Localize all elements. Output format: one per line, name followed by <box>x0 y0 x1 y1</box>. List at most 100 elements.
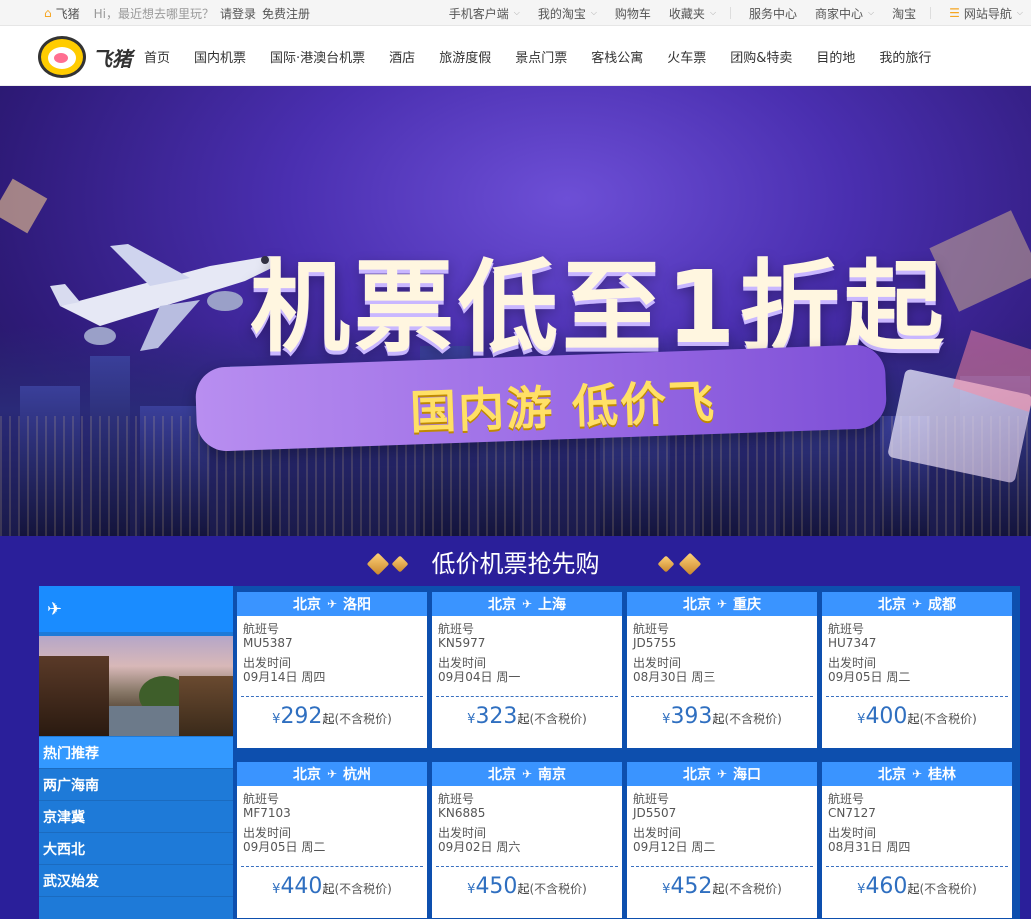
topbar-link[interactable]: 服务中心 <box>749 5 797 22</box>
plane-icon: ✈ <box>47 598 63 620</box>
topbar-link-label: 网站导航 <box>963 6 1012 21</box>
price: ¥400起(不含税价) <box>822 704 1012 729</box>
departure-value: 09月14日 周四 <box>243 670 326 684</box>
topbar-link[interactable]: 商家中心 ⌵ <box>815 5 874 22</box>
price: ¥460起(不含税价) <box>822 874 1012 899</box>
deal-cards-grid: 北京 ✈ 洛阳 航班号 MU5387 出发时间 09月14日 周四 ¥292起(不含税价) 北京… <box>233 586 1020 919</box>
flight-no-value: CN7127 <box>828 806 876 820</box>
nav-item[interactable]: 国际·港澳台机票 <box>270 47 365 66</box>
nav-item[interactable]: 旅游度假 <box>439 47 491 66</box>
tax-note: (不含税价) <box>529 712 587 726</box>
pig-logo-icon <box>38 36 86 78</box>
flight-deal-card[interactable]: 北京 ✈ 杭州 航班号 MF7103 出发时间 09月05日 周二 ¥440起(不含税价) <box>237 762 427 918</box>
topbar-link[interactable]: ☰ 网站导航 ⌵ <box>949 5 1023 22</box>
price-suffix: 起 <box>517 712 530 726</box>
nav-item[interactable]: 团购&特卖 <box>730 47 792 66</box>
region-menu-item[interactable]: 大西北 <box>39 833 233 865</box>
departure-value: 08月31日 周四 <box>828 840 911 854</box>
flight-no-label: 航班号 <box>633 792 670 806</box>
region-menu-item[interactable]: 热门推荐 <box>39 737 233 769</box>
route-header: 北京 ✈ 南京 <box>432 762 622 786</box>
destination-photo[interactable] <box>39 636 233 736</box>
tax-note: (不含税价) <box>724 712 782 726</box>
sidebar-header: ✈ <box>39 586 233 632</box>
flight-deal-card[interactable]: 北京 ✈ 洛阳 航班号 MU5387 出发时间 09月14日 周四 ¥292起(不含税价) <box>237 592 427 748</box>
chevron-down-icon: ⌵ <box>513 8 520 17</box>
flight-deal-card[interactable]: 北京 ✈ 上海 航班号 KN5977 出发时间 09月04日 周一 ¥323起(不含税价) <box>432 592 622 748</box>
destination-city: 成都 <box>928 597 957 613</box>
tax-note: (不含税价) <box>919 882 977 896</box>
flight-deal-card[interactable]: 北京 ✈ 桂林 航班号 CN7127 出发时间 08月31日 周四 ¥460起(不含税价) <box>822 762 1012 918</box>
plane-icon: ✈ <box>326 597 338 611</box>
site-name-link[interactable]: 飞猪 <box>56 5 80 22</box>
destination-city: 杭州 <box>343 767 372 783</box>
topbar-link[interactable]: 淘宝 <box>892 5 916 22</box>
hero-headline: 机票低至1折起 <box>250 249 948 366</box>
price-suffix: 起 <box>322 712 335 726</box>
route-header: 北京 ✈ 洛阳 <box>237 592 427 616</box>
region-menu-item[interactable]: 两广海南 <box>39 769 233 801</box>
nav-item[interactable]: 国内机票 <box>194 47 246 66</box>
departure-label: 出发时间 <box>243 826 292 840</box>
price: ¥393起(不含税价) <box>627 704 817 729</box>
price: ¥440起(不含税价) <box>237 874 427 899</box>
topbar-link[interactable]: 我的淘宝 ⌵ <box>538 5 597 22</box>
departure-label: 出发时间 <box>438 826 487 840</box>
destination-city: 南京 <box>538 767 567 783</box>
flight-no-label: 航班号 <box>828 622 865 636</box>
flight-no-label: 航班号 <box>243 622 280 636</box>
price-value: 460 <box>865 874 908 899</box>
flight-no-label: 航班号 <box>633 622 670 636</box>
tax-note: (不含税价) <box>919 712 977 726</box>
price-value: 323 <box>475 704 518 729</box>
region-menu-item[interactable]: 京津冀 <box>39 801 233 833</box>
hero-banner[interactable]: 机票低至1折起 国内游 低价飞 <box>0 86 1031 536</box>
flight-deal-card[interactable]: 北京 ✈ 重庆 航班号 JD5755 出发时间 08月30日 周三 ¥393起(不含税价) <box>627 592 817 748</box>
card-divider <box>631 866 813 867</box>
destination-city: 洛阳 <box>343 597 372 613</box>
price-suffix: 起 <box>712 712 725 726</box>
region-menu: 热门推荐 两广海南 京津冀 大西北 武汉始发 <box>39 737 233 897</box>
topbar-link[interactable]: 手机客户端 ⌵ <box>449 5 520 22</box>
login-link[interactable]: 请登录 <box>220 5 256 22</box>
flight-deal-card[interactable]: 北京 ✈ 南京 航班号 KN6885 出发时间 09月02日 周六 ¥450起(不含税价) <box>432 762 622 918</box>
topbar-link-label: 商家中心 <box>815 6 864 21</box>
section-title: 低价机票抢先购 <box>431 550 600 578</box>
flight-no-value: HU7347 <box>828 636 877 650</box>
flight-no-value: KN6885 <box>438 806 486 820</box>
departure-label: 出发时间 <box>828 656 877 670</box>
card-divider <box>826 696 1008 697</box>
topbar-link-label: 收藏夹 <box>668 6 705 21</box>
topbar-link-label: 服务中心 <box>749 6 798 21</box>
topbar-separator <box>730 7 732 19</box>
home-icon[interactable]: ⌂ <box>44 6 52 20</box>
card-divider <box>436 696 618 697</box>
tax-note: (不含税价) <box>529 882 587 896</box>
departure-value: 09月02日 周六 <box>438 840 521 854</box>
topbar-link-label: 我的淘宝 <box>537 6 586 21</box>
nav-item[interactable]: 目的地 <box>816 47 855 66</box>
plane-icon: ✈ <box>716 767 728 781</box>
card-divider <box>631 696 813 697</box>
departure-label: 出发时间 <box>243 656 292 670</box>
flight-deal-card[interactable]: 北京 ✈ 海口 航班号 JD5507 出发时间 09月12日 周二 ¥452起(不含税价) <box>627 762 817 918</box>
nav-item[interactable]: 客栈公寓 <box>591 47 643 66</box>
nav-item[interactable]: 景点门票 <box>515 47 567 66</box>
price: ¥323起(不含税价) <box>432 704 622 729</box>
topbar-separator <box>930 7 932 19</box>
flight-no-label: 航班号 <box>438 622 475 636</box>
topbar-link[interactable]: 收藏夹 ⌵ <box>669 5 716 22</box>
nav-item[interactable]: 火车票 <box>667 47 706 66</box>
nav-item[interactable]: 酒店 <box>389 47 415 66</box>
region-menu-item[interactable]: 武汉始发 <box>39 865 233 897</box>
origin-city: 北京 <box>877 767 906 783</box>
origin-city: 北京 <box>487 597 516 613</box>
flight-deal-card[interactable]: 北京 ✈ 成都 航班号 HU7347 出发时间 09月05日 周二 ¥400起(不含税价) <box>822 592 1012 748</box>
nav-item[interactable]: 首页 <box>144 47 170 66</box>
nav-item[interactable]: 我的旅行 <box>879 47 931 66</box>
price-value: 452 <box>670 874 713 899</box>
register-link[interactable]: 免费注册 <box>262 5 310 22</box>
price-suffix: 起 <box>712 882 725 896</box>
topbar-link[interactable]: 购物车 <box>615 5 651 22</box>
price-value: 450 <box>475 874 518 899</box>
